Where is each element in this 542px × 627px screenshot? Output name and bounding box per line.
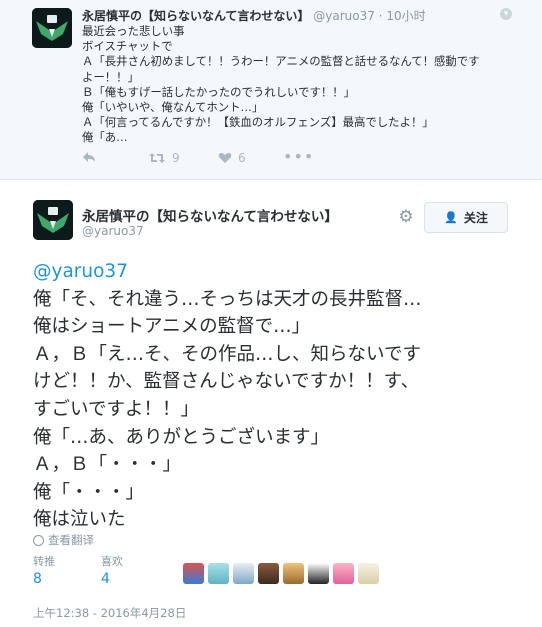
user-handle[interactable]: @yaruo37 (82, 224, 144, 238)
eagle-logo-icon (33, 200, 73, 240)
avatar[interactable] (33, 200, 73, 240)
user-handle[interactable]: @yaruo37 (313, 9, 375, 23)
retweet-icon (149, 153, 165, 163)
retweets-stat[interactable]: 转推 8 (33, 553, 55, 587)
tweet-line: 俺「…あ、ありがとうございます」 (33, 426, 330, 448)
avatar[interactable] (308, 563, 329, 584)
avatar[interactable] (233, 563, 254, 584)
likes-label: 喜欢 (101, 555, 123, 568)
tweet-line: ボイスチャットで (82, 39, 173, 54)
tweet-line: 最近会った悲しい事 (82, 24, 185, 38)
tweet-line: 俺「そ、それ違う…そっちは天才の長井監督… (33, 288, 422, 310)
avatar[interactable] (183, 563, 204, 584)
tweet-line: Ａ，Ｂ「・・・」 (33, 454, 182, 476)
tweet-text: @yaruo37 俺「そ、それ違う…そっちは天才の長井監督… 俺はショートアニメ… (33, 258, 523, 534)
eagle-logo-icon (32, 8, 72, 48)
avatar[interactable] (32, 8, 72, 48)
tweet-line: 俺「あ… (82, 130, 128, 145)
likes-stat[interactable]: 喜欢 4 (101, 553, 123, 587)
avatar[interactable] (283, 563, 304, 584)
gear-icon[interactable]: ⚙ (397, 208, 415, 226)
tweet-line: 俺はショートアニメの監督で…」 (33, 316, 311, 338)
more-icon[interactable]: ••• (283, 147, 314, 166)
tweet-timestamp[interactable]: 上午12:38 - 2016年4月28日 (33, 605, 186, 621)
tweet-line: すごいですよ！！」 (33, 398, 199, 420)
reply-icon (83, 152, 95, 162)
reply-button[interactable] (82, 151, 96, 163)
avatar[interactable] (258, 563, 279, 584)
tweet-line: Ａ「何言ってるんですか！【鉄血のオルフェンズ】最高でしたよ！」 (82, 115, 434, 130)
avatar[interactable] (358, 563, 379, 584)
avatar[interactable] (208, 563, 229, 584)
liker-avatars (183, 563, 379, 584)
retweet-count: 9 (172, 151, 180, 165)
add-user-icon: 👤 (444, 211, 458, 224)
tweet-line: 俺「・・・」 (33, 481, 145, 503)
user-name[interactable]: 永居慎平の【知らないなんて言わせない】 (82, 205, 338, 225)
like-count: 6 (238, 151, 246, 165)
separator: · (378, 9, 383, 23)
globe-icon (33, 534, 44, 546)
follow-button[interactable]: 👤 关注 (424, 202, 508, 233)
tweet-line: 俺「いやいや、俺なんてホント…」 (82, 100, 264, 115)
like-button[interactable]: 6 (218, 151, 246, 165)
parent-tweet-text: 最近会った悲しい事 ボイスチャットで Ａ「長井さん初めまして！！うわー！アニメの… (82, 24, 522, 146)
user-name[interactable]: 永居慎平の【知らないなんて言わせない】 (82, 9, 309, 23)
translate-label: 查看翻译 (48, 533, 94, 547)
follow-label: 关注 (463, 211, 488, 225)
avatar[interactable] (333, 563, 354, 584)
parent-tweet[interactable]: 永居慎平の【知らないなんて言わせない】 @yaruo37 · 10小时 ▾ 最近… (0, 0, 542, 180)
retweets-label: 转推 (33, 555, 55, 568)
tweet-line: よー！！」 (82, 69, 139, 84)
mention-link[interactable]: @yaruo37 (33, 258, 523, 286)
tweet-line: Ａ，Ｂ「え…そ、その作品…し、知らないです (33, 343, 421, 365)
parent-tweet-header: 永居慎平の【知らないなんて言わせない】 @yaruo37 · 10小时 (82, 7, 426, 24)
likes-count: 4 (101, 571, 110, 587)
tweet-line: Ａ「長井さん初めまして！！うわー！アニメの監督と話せるなんて！感動です (82, 54, 480, 69)
retweet-button[interactable]: 9 (148, 151, 180, 165)
heart-icon (218, 153, 232, 163)
chevron-down-icon[interactable]: ▾ (500, 8, 512, 20)
translate-link[interactable]: 查看翻译 (33, 532, 94, 548)
tweet-line: けど！！か、監督さんじゃないですか！！す、 (33, 371, 420, 393)
tweet-line: 俺は泣いた (33, 509, 126, 531)
tweet-time[interactable]: 10小时 (386, 9, 425, 23)
tweet-line: Ｂ「俺もすげー話したかったのでうれしいです！！」 (82, 84, 356, 99)
retweets-count: 8 (33, 571, 42, 587)
